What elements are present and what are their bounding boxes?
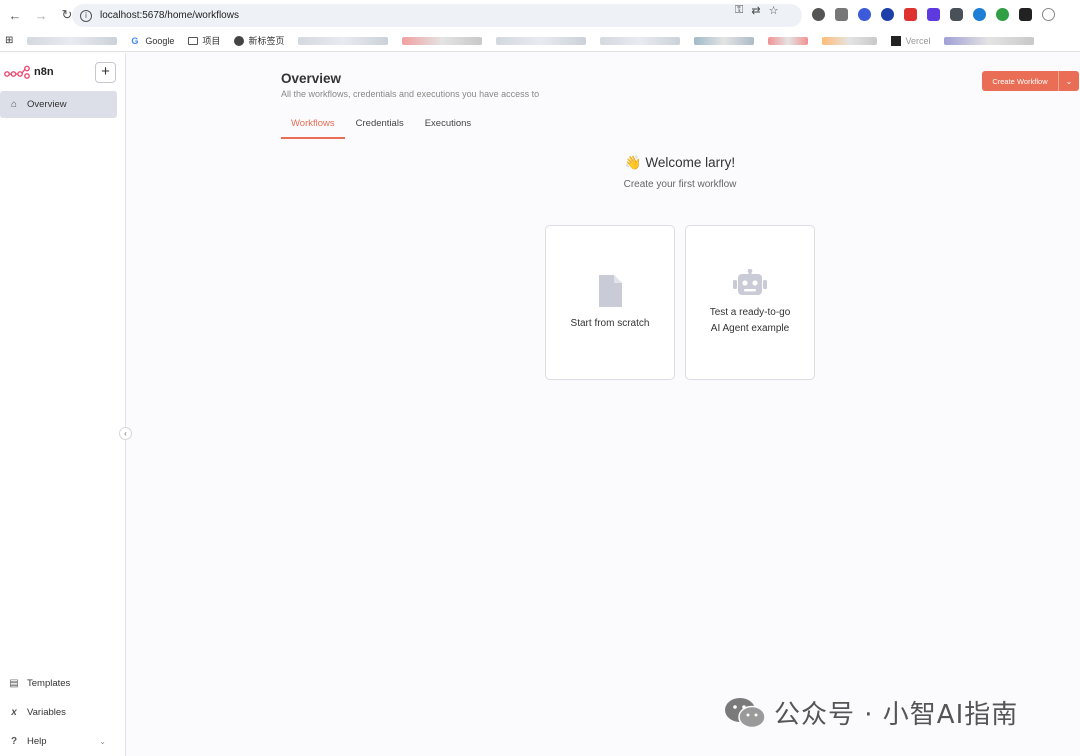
- sidebar-item-templates[interactable]: ▤ Templates: [0, 669, 118, 698]
- translate-icon[interactable]: ⇄: [751, 4, 760, 17]
- tab-credentials[interactable]: Credentials: [346, 116, 414, 139]
- create-dropdown-chevron-icon[interactable]: ⌄: [1059, 71, 1079, 91]
- start-from-scratch-label: Start from scratch: [570, 317, 650, 329]
- site-info-icon[interactable]: i: [80, 9, 92, 22]
- extension-icon[interactable]: [881, 8, 894, 21]
- add-button[interactable]: +: [95, 62, 116, 83]
- tab-workflows[interactable]: Workflows: [281, 116, 345, 139]
- create-workflow-button-group: Create Workflow ⌄: [982, 71, 1079, 91]
- extensions-bar: [812, 8, 1055, 21]
- forward-icon[interactable]: →: [30, 4, 52, 26]
- bookmark-star-icon[interactable]: ☆: [769, 4, 779, 17]
- templates-icon: ▤: [9, 678, 19, 689]
- blurred-bookmark[interactable]: [496, 36, 587, 45]
- ai-agent-example-card[interactable]: Test a ready-to-go AI Agent example: [685, 225, 815, 380]
- watermark-text: 公众号 · 小智AI指南: [774, 700, 1019, 730]
- n8n-logo-icon: [4, 65, 30, 79]
- file-icon: [599, 274, 622, 307]
- blurred-bookmark[interactable]: [944, 36, 1035, 45]
- welcome-title: 👋 Welcome larry!: [624, 155, 736, 170]
- collapse-sidebar-button[interactable]: ‹: [119, 427, 132, 440]
- extension-icon[interactable]: [950, 8, 963, 21]
- bookmark-vercel[interactable]: Vercel: [891, 35, 930, 46]
- sidebar: n8n + ⌂ Overview ▤ Templates x Variables…: [0, 53, 126, 756]
- blurred-bookmark[interactable]: [600, 36, 681, 45]
- brand-row: n8n +: [0, 53, 125, 91]
- welcome-subtitle: Create your first workflow: [623, 179, 737, 190]
- ai-agent-label-line2: AI Agent example: [710, 322, 790, 334]
- watermark: 公众号 · 小智AI指南: [724, 694, 1018, 731]
- create-workflow-button[interactable]: Create Workflow: [982, 71, 1059, 91]
- extension-icon[interactable]: [858, 8, 871, 21]
- wechat-icon: [725, 697, 766, 728]
- extension-icon[interactable]: [904, 8, 917, 21]
- blurred-bookmark[interactable]: [27, 36, 118, 45]
- blurred-bookmark[interactable]: [402, 36, 483, 45]
- page-title: Overview: [281, 71, 342, 86]
- google-icon: G: [131, 35, 139, 46]
- folder-icon: [188, 36, 199, 45]
- start-from-scratch-card[interactable]: Start from scratch: [545, 225, 675, 380]
- blurred-bookmark[interactable]: [694, 36, 755, 45]
- apps-grid-icon[interactable]: ⊞: [5, 35, 13, 46]
- sidebar-item-variables[interactable]: x Variables: [0, 698, 118, 727]
- sidebar-item-help[interactable]: ? Help ⌄: [0, 727, 118, 756]
- blurred-bookmark[interactable]: [298, 36, 389, 45]
- vercel-icon: [891, 35, 902, 46]
- bookmarks-bar: ⊞ G Google 项目 新标签页 Vercel: [0, 30, 1080, 52]
- bookmark-google[interactable]: G Google: [131, 36, 174, 46]
- tab-executions[interactable]: Executions: [415, 116, 481, 139]
- address-bar[interactable]: i localhost:5678/home/workflows: [72, 4, 802, 27]
- extension-icon[interactable]: [1019, 8, 1032, 21]
- extension-icon[interactable]: [973, 8, 986, 21]
- password-key-icon[interactable]: ⚿: [735, 4, 743, 17]
- url-text: localhost:5678/home/workflows: [100, 10, 239, 21]
- browser-toolbar: ← → ↻ i localhost:5678/home/workflows ⚿ …: [0, 0, 1080, 30]
- bookmark-newtab[interactable]: 新标签页: [234, 34, 284, 47]
- back-icon[interactable]: ←: [4, 4, 26, 26]
- home-icon: ⌂: [10, 99, 18, 110]
- robot-icon: [733, 268, 767, 295]
- extension-icon[interactable]: [812, 8, 825, 21]
- chevron-down-icon: ⌄: [99, 737, 106, 746]
- page-subtitle: All the workflows, credentials and execu…: [281, 89, 540, 99]
- chat-extension-icon[interactable]: [1042, 8, 1055, 21]
- blurred-bookmark[interactable]: [822, 36, 878, 45]
- variables-icon: x: [11, 707, 17, 718]
- extension-icon[interactable]: [996, 8, 1009, 21]
- bookmark-folder[interactable]: 项目: [188, 34, 220, 47]
- globe-icon: [234, 35, 245, 46]
- help-icon: ?: [10, 736, 18, 747]
- blurred-bookmark[interactable]: [768, 36, 809, 45]
- sidebar-item-overview[interactable]: ⌂ Overview: [0, 91, 117, 118]
- tabs: Workflows Credentials Executions: [281, 116, 482, 139]
- ai-agent-label-line1: Test a ready-to-go: [709, 306, 791, 318]
- extension-icon[interactable]: [927, 8, 940, 21]
- brand-name: n8n: [34, 66, 54, 78]
- extension-icon[interactable]: [835, 8, 848, 21]
